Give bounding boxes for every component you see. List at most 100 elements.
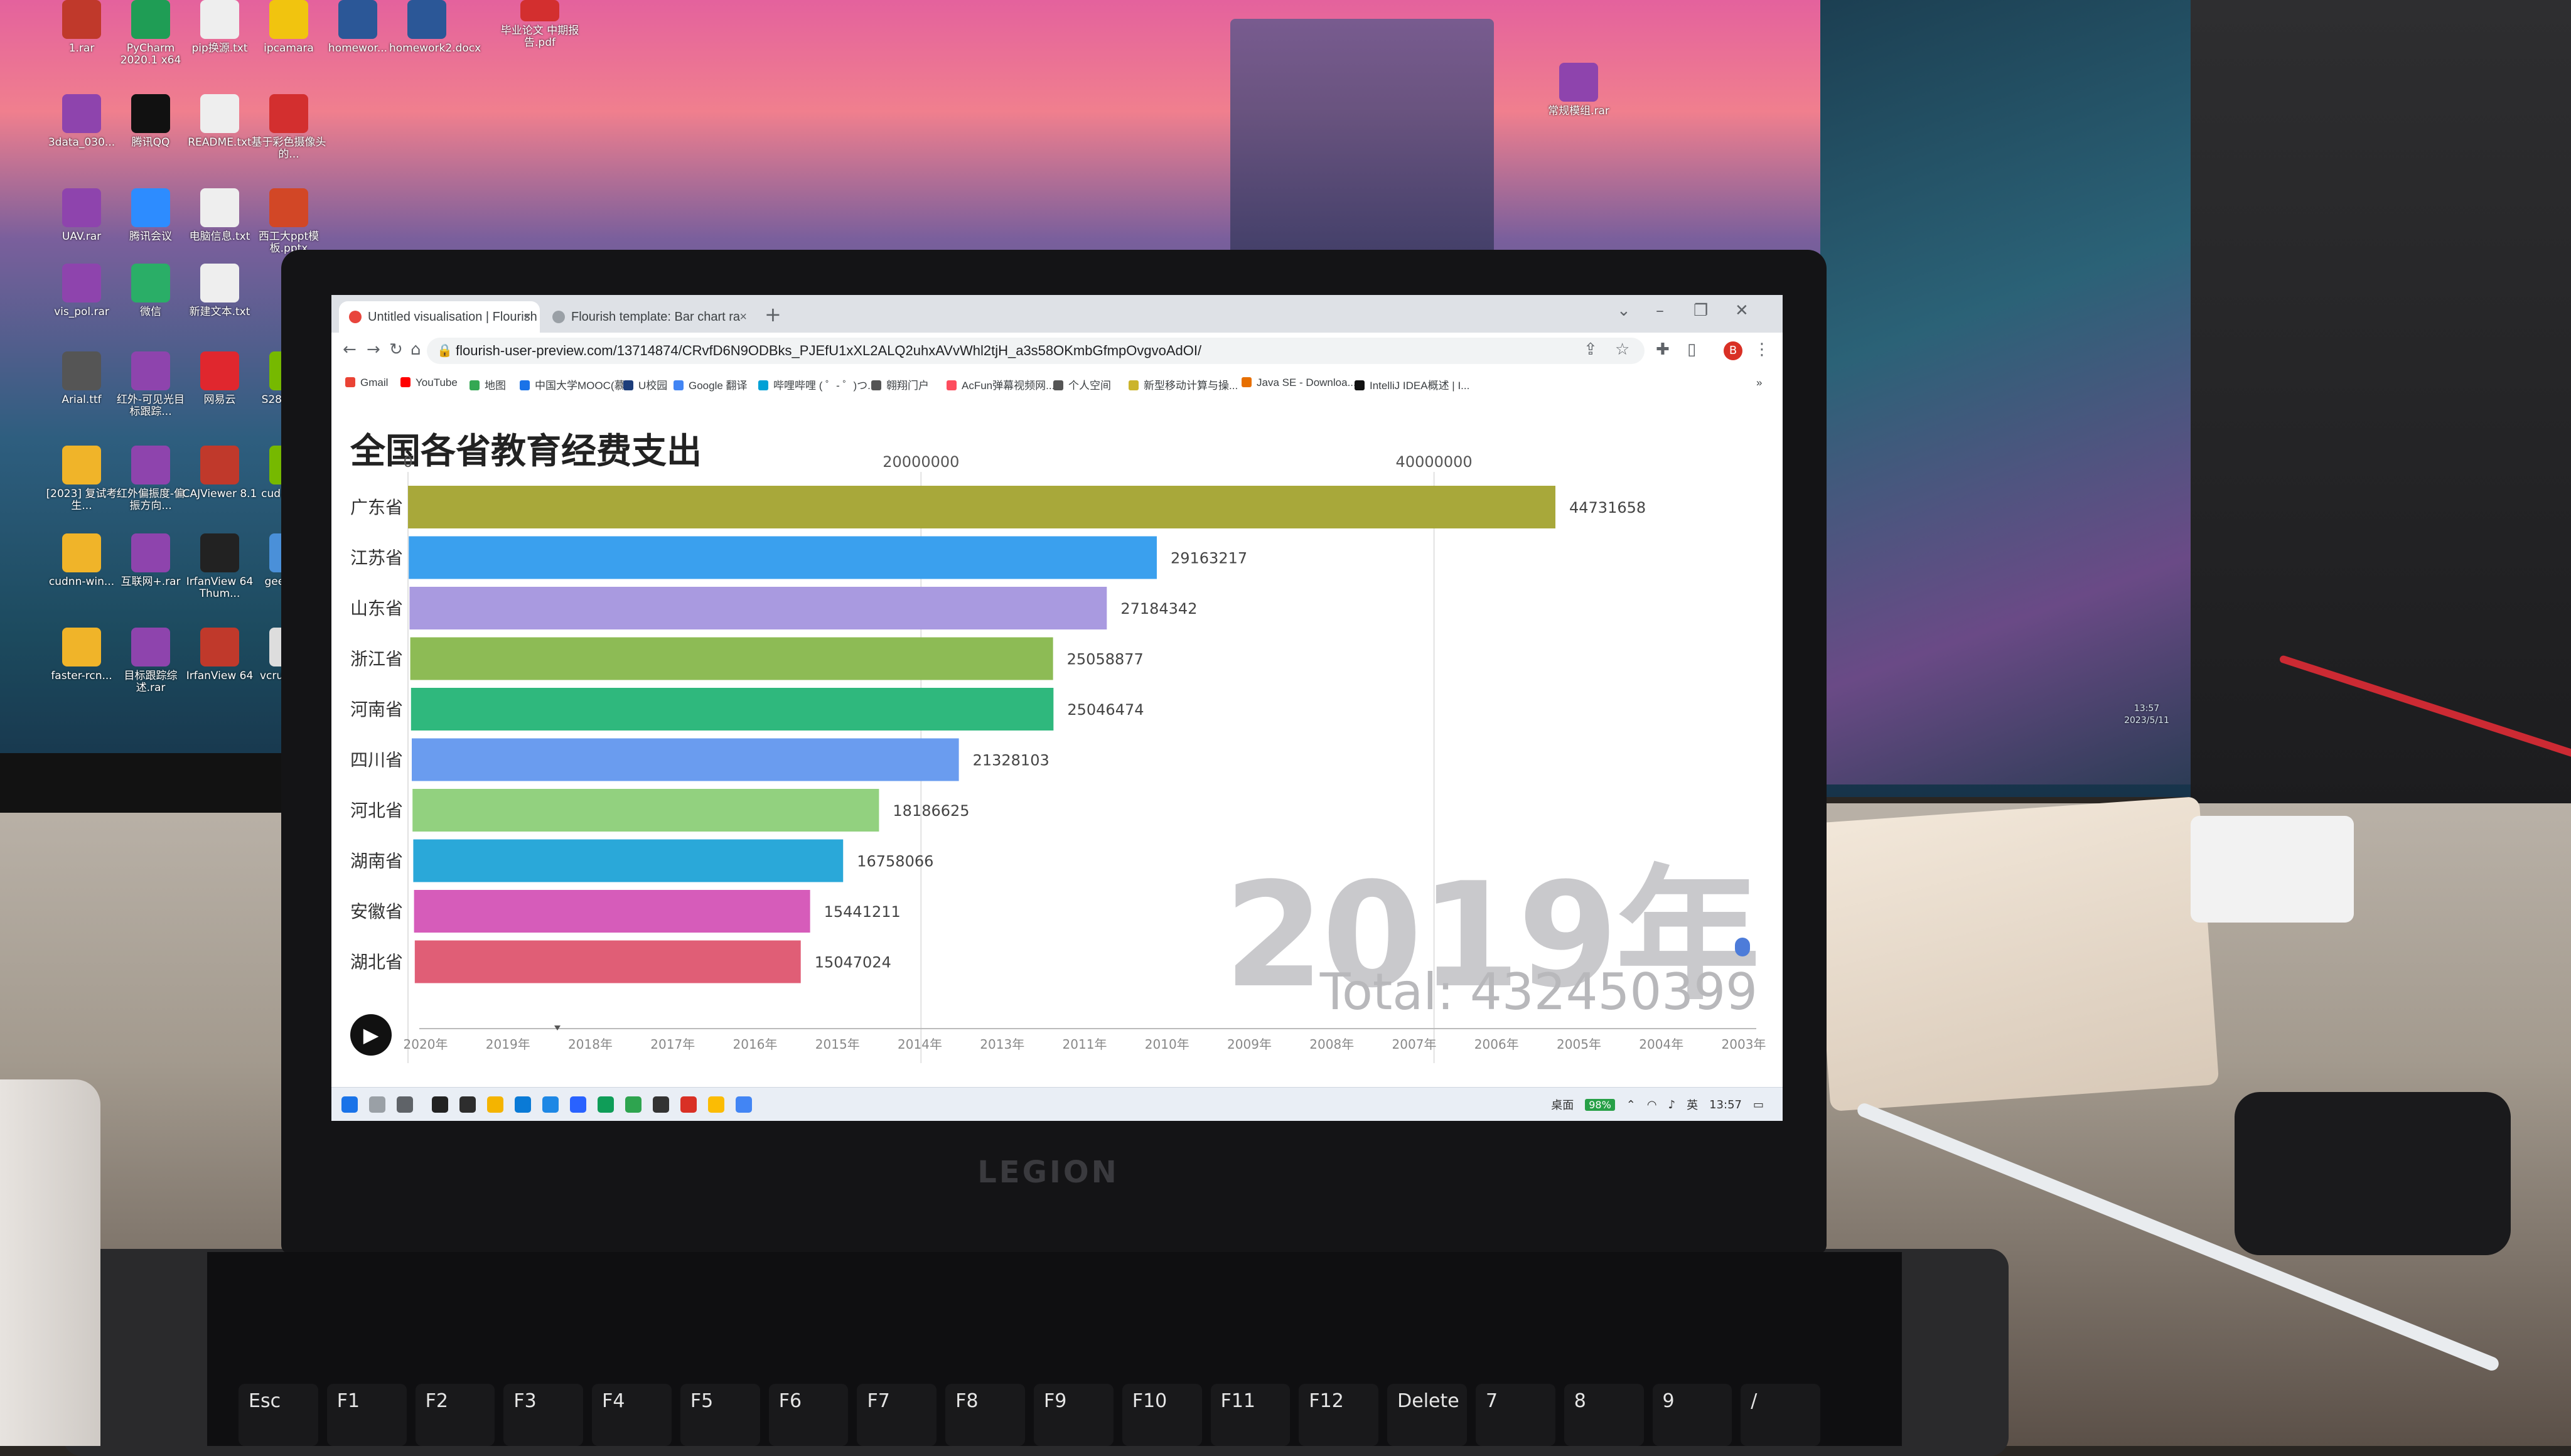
- bookmark-item[interactable]: Java SE - Downloa...: [1242, 377, 1356, 389]
- notification-icon[interactable]: ▭: [1753, 1098, 1764, 1111]
- bookmark-item[interactable]: U校园: [623, 377, 667, 392]
- volume-icon[interactable]: ♪: [1668, 1098, 1676, 1111]
- timeline-label[interactable]: 2006年: [1474, 1037, 1519, 1052]
- terminal-icon[interactable]: [432, 1096, 448, 1113]
- clock[interactable]: 13:57: [1709, 1098, 1742, 1111]
- maximize-icon[interactable]: ❐: [1693, 301, 1708, 320]
- desktop-icon-pdf[interactable]: 毕业论文 中期报告.pdf: [496, 0, 584, 49]
- windows-start-icon[interactable]: [341, 1096, 358, 1113]
- timeline-label[interactable]: 2018年: [568, 1037, 613, 1052]
- profile-avatar[interactable]: B: [1724, 341, 1742, 360]
- desktop-icon[interactable]: IrfanView 64: [182, 628, 257, 682]
- calculator-icon[interactable]: [459, 1096, 476, 1113]
- timeline-label[interactable]: 2020年: [404, 1037, 448, 1052]
- tab-untitled-visualisation[interactable]: Untitled visualisation | Flourish ×: [339, 301, 540, 333]
- extensions-puzzle-icon[interactable]: ✚: [1656, 340, 1670, 359]
- desktop-icon[interactable]: pip换源.txt: [182, 0, 257, 55]
- task-view-icon[interactable]: [397, 1096, 413, 1113]
- github-icon[interactable]: [653, 1096, 669, 1113]
- desktop-icon[interactable]: 互联网+.rar: [113, 533, 188, 588]
- desktop-icon[interactable]: IrfanView 64 Thum...: [182, 533, 257, 600]
- bookmark-item[interactable]: Google 翻译: [674, 377, 748, 392]
- reload-icon[interactable]: ↻: [389, 340, 403, 359]
- chevron-up-icon[interactable]: ⌃: [1626, 1098, 1636, 1111]
- desktop-icon[interactable]: 电脑信息.txt: [182, 188, 257, 243]
- timeline-label[interactable]: 2013年: [980, 1037, 1024, 1052]
- desktop-icon[interactable]: 腾讯QQ: [113, 94, 188, 149]
- year-slider-handle[interactable]: [1735, 938, 1750, 956]
- timeline-label[interactable]: 2015年: [815, 1037, 860, 1052]
- window-close-icon[interactable]: ✕: [1735, 301, 1749, 320]
- desktop-icon[interactable]: Arial.ttf: [44, 351, 119, 406]
- desktop-icon[interactable]: 1.rar: [44, 0, 119, 55]
- close-icon[interactable]: ×: [523, 310, 531, 324]
- desktop-icon[interactable]: 微信: [113, 264, 188, 318]
- timeline-label[interactable]: 2016年: [733, 1037, 778, 1052]
- chevron-down-icon[interactable]: ⌄: [1617, 301, 1631, 320]
- desktop-icon[interactable]: 西工大ppt模板.pptx: [251, 188, 326, 255]
- desktop-label[interactable]: 桌面: [1551, 1096, 1574, 1113]
- back-arrow-icon[interactable]: ←: [343, 340, 357, 359]
- address-bar[interactable]: 🔒 flourish-user-preview.com/13714874/CRv…: [427, 338, 1645, 364]
- bookmark-item[interactable]: AcFun弹幕视频网...: [947, 377, 1055, 392]
- desktop-icon[interactable]: UAV.rar: [44, 188, 119, 243]
- qq-icon[interactable]: [708, 1096, 724, 1113]
- wechat-icon[interactable]: [625, 1096, 641, 1113]
- mail-icon[interactable]: [542, 1096, 559, 1113]
- bookmark-item[interactable]: Gmail: [345, 377, 388, 389]
- edge-browser-icon[interactable]: [515, 1096, 531, 1113]
- desktop-icon-rar-right[interactable]: 常规模组.rar: [1532, 63, 1626, 117]
- side-panel-icon[interactable]: ▯: [1687, 340, 1696, 359]
- desktop-icon[interactable]: PyCharm 2020.1 x64: [113, 0, 188, 67]
- timeline-label[interactable]: 2008年: [1309, 1037, 1354, 1052]
- desktop-icon[interactable]: 红外偏振度-偏振方向...: [113, 446, 188, 512]
- wifi-icon[interactable]: ◠: [1647, 1098, 1657, 1111]
- desktop-icon[interactable]: [2023] 复试考生...: [44, 446, 119, 512]
- timeline-label[interactable]: 2009年: [1227, 1037, 1272, 1052]
- desktop-icon[interactable]: 目标跟踪综述.rar: [113, 628, 188, 694]
- desktop-icon[interactable]: 基于彩色摄像头的...: [251, 94, 326, 161]
- bookmark-item[interactable]: YouTube: [400, 377, 458, 389]
- desktop-icon[interactable]: 网易云: [182, 351, 257, 406]
- vscode-icon[interactable]: [598, 1096, 614, 1113]
- desktop-icon[interactable]: 腾讯会议: [113, 188, 188, 243]
- desktop-icon[interactable]: CAJViewer 8.1: [182, 446, 257, 500]
- timeline-label[interactable]: 2004年: [1639, 1037, 1683, 1052]
- close-icon[interactable]: ×: [739, 310, 747, 324]
- netease-music-icon[interactable]: [680, 1096, 697, 1113]
- bookmark-item[interactable]: IntelliJ IDEA概述 | I...: [1355, 377, 1469, 392]
- bookmark-item[interactable]: 个人空间: [1053, 377, 1111, 392]
- file-explorer-icon[interactable]: [487, 1096, 503, 1113]
- battery-indicator[interactable]: 98%: [1585, 1098, 1615, 1111]
- minimize-icon[interactable]: –: [1656, 301, 1664, 320]
- bookmark-item[interactable]: 翱翔门户: [871, 377, 929, 392]
- timeline-label[interactable]: 2007年: [1392, 1037, 1437, 1052]
- timeline-label[interactable]: 2017年: [650, 1037, 695, 1052]
- ime-indicator[interactable]: 英: [1687, 1096, 1698, 1113]
- desktop-icon[interactable]: cudnn-win...: [44, 533, 119, 588]
- bookmark-item[interactable]: 哔哩哔哩 ( ゜- ゜)つ...: [758, 377, 876, 392]
- timeline-label[interactable]: 2019年: [486, 1037, 530, 1052]
- search-icon[interactable]: [369, 1096, 385, 1113]
- desktop-icon[interactable]: ipcamara: [251, 0, 326, 55]
- desktop-icon[interactable]: homewor...: [320, 0, 395, 55]
- tab-flourish-template[interactable]: Flourish template: Bar chart ra ×: [542, 301, 756, 333]
- forward-arrow-icon[interactable]: →: [367, 340, 380, 359]
- bookmark-item[interactable]: 新型移动计算与操...: [1129, 377, 1238, 392]
- home-icon[interactable]: ⌂: [411, 340, 421, 359]
- chrome-icon[interactable]: [736, 1096, 752, 1113]
- desktop-icon[interactable]: 3data_030...: [44, 94, 119, 149]
- desktop-icon[interactable]: 红外-可见光目标跟踪...: [113, 351, 188, 418]
- bookmark-item[interactable]: 地图: [470, 377, 506, 392]
- new-tab-plus-icon[interactable]: +: [765, 302, 781, 326]
- desktop-icon[interactable]: README.txt: [182, 94, 257, 149]
- desktop-icon[interactable]: homework2.docx: [389, 0, 481, 55]
- timeline-label[interactable]: 2003年: [1722, 1037, 1766, 1052]
- timeline-label[interactable]: 2014年: [898, 1037, 942, 1052]
- timeline-label[interactable]: 2011年: [1063, 1037, 1107, 1052]
- timeline-label[interactable]: 2005年: [1557, 1037, 1601, 1052]
- kebab-menu-icon[interactable]: ⋮: [1754, 340, 1770, 359]
- store-icon[interactable]: [570, 1096, 586, 1113]
- play-button[interactable]: ▶: [350, 1014, 392, 1056]
- timeline-label[interactable]: 2010年: [1145, 1037, 1189, 1052]
